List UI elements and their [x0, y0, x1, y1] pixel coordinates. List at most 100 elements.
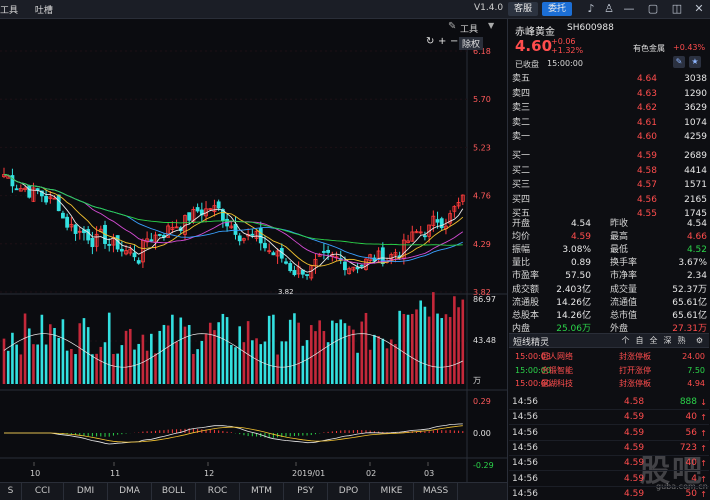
sprite-filter-single[interactable]: 个 [619, 335, 632, 347]
sprite-stock[interactable]: 星湖科技 [541, 376, 573, 391]
volume-bar [234, 347, 237, 384]
tick-price: 4.59 [624, 488, 645, 499]
tick-direction: ↑ [700, 443, 707, 453]
level-label: 买三 [512, 180, 531, 191]
candle-body [195, 207, 200, 212]
candle-body [359, 264, 364, 267]
stat-value: 2.403亿 [556, 284, 591, 295]
candle-body [157, 234, 162, 236]
stats-row: 量比 0.89 换手率 3.67% [509, 257, 709, 270]
date-label: 02 [366, 469, 376, 478]
volume-bar [251, 340, 254, 384]
stat-label: 最低 [610, 245, 629, 256]
ask-row[interactable]: 卖四 4.63 1290 [509, 87, 709, 101]
tick-price: 4.59 [624, 473, 645, 484]
tick-direction: ↑ [700, 413, 707, 423]
tab-roc[interactable]: ROC [196, 483, 240, 500]
volume-bar [221, 313, 225, 384]
tab-psy[interactable]: PSY [284, 483, 328, 500]
kline-chart[interactable]: 6.185.705.234.764.293.823.8286.9743.48万0… [0, 0, 507, 482]
sprite-filter-self[interactable]: 自 [633, 335, 646, 347]
sprite-filter-deep[interactable]: 深 [661, 335, 674, 347]
sprite-filter-all[interactable]: 全 [647, 335, 660, 347]
tab-mtm[interactable]: MTM [240, 483, 284, 500]
stat-label: 换手率 [610, 258, 638, 269]
candle-body [284, 261, 288, 264]
tab-mike[interactable]: MIKE [370, 483, 414, 500]
ask-row[interactable]: 卖二 4.61 1074 [509, 116, 709, 130]
sprite-filter-ripe[interactable]: 熟 [675, 335, 688, 347]
sector-name[interactable]: 有色金属 [633, 43, 665, 54]
tick-volume: 50 [685, 488, 697, 499]
tick-row: 14:56 4.59 723 ↑ [509, 441, 709, 456]
candle-body [27, 185, 32, 198]
adjust-price-button[interactable]: 除权 [459, 37, 484, 50]
tab-dpo[interactable]: DPO [328, 483, 370, 500]
volume-bar [364, 312, 368, 384]
level-label: 卖一 [512, 132, 531, 143]
gear-icon[interactable]: ⚙ [693, 335, 706, 347]
ask-row[interactable]: 卖三 4.62 3629 [509, 101, 709, 115]
tab-dmi[interactable]: DMI [64, 483, 108, 500]
star-icon[interactable]: ★ [689, 56, 701, 68]
customer-service-button[interactable]: 客服 [508, 2, 539, 16]
volume-bar [343, 323, 347, 384]
zoom-in-icon[interactable]: + [438, 36, 446, 47]
level-volume: 1571 [684, 180, 707, 191]
refresh-icon[interactable]: ↻ [426, 36, 434, 47]
volume-bar [389, 339, 393, 384]
candle-body [65, 216, 70, 228]
tab-mass[interactable]: MASS [414, 483, 458, 500]
bid-row[interactable]: 买一 4.59 2689 [509, 149, 709, 163]
window-icon[interactable]: ▢ [646, 2, 660, 16]
zoom-out-icon[interactable]: − [450, 36, 458, 47]
candle-body [435, 219, 440, 223]
candle-body [263, 242, 267, 249]
tab-s[interactable]: S [0, 483, 22, 500]
sprite-row[interactable]: 15:00:00 星湖科技 封涨停板 4.94 [509, 376, 709, 391]
bid-row[interactable]: 买四 4.56 2165 [509, 193, 709, 207]
chevron-down-icon[interactable]: ▼ [488, 21, 494, 30]
ask-row[interactable]: 卖一 4.60 4259 [509, 130, 709, 144]
pen-icon[interactable]: ✎ [448, 21, 456, 32]
volume-bar [133, 349, 136, 384]
volume-bar [457, 307, 460, 384]
minimize-icon[interactable]: — [622, 2, 636, 16]
volume-bar [2, 338, 6, 384]
level-volume: 1074 [684, 117, 707, 128]
volume-bar [183, 326, 187, 384]
volume-bar [263, 341, 267, 384]
stat-value: 27.31万 [672, 323, 707, 334]
tool-label[interactable]: 工具 [460, 22, 478, 35]
bid-row[interactable]: 买二 4.58 4414 [509, 164, 709, 178]
volume-bar [305, 340, 309, 384]
ask-row[interactable]: 卖五 4.64 3038 [509, 72, 709, 86]
candle-body [250, 233, 255, 236]
trade-button[interactable]: 委托 [542, 2, 573, 16]
candle-body [321, 251, 326, 253]
stat-label: 量比 [512, 258, 531, 269]
tab-cci[interactable]: CCI [22, 483, 64, 500]
candle-body [56, 194, 61, 212]
stat-value: 14.26亿 [556, 310, 591, 321]
level-label: 买一 [512, 151, 531, 161]
stat-label: 昨收 [610, 219, 629, 229]
volume-bar [419, 300, 422, 384]
candle-body [292, 270, 297, 276]
tab-dma[interactable]: DMA [108, 483, 152, 500]
edit-icon[interactable]: ✎ [673, 56, 685, 68]
level-volume: 1290 [684, 88, 707, 99]
restore-icon[interactable]: ◫ [670, 2, 684, 16]
bid-row[interactable]: 买三 4.57 1571 [509, 178, 709, 192]
tab-boll[interactable]: BOLL [152, 483, 196, 500]
volume-bar [217, 322, 220, 384]
volume-bar [107, 312, 111, 384]
bell-icon[interactable]: ♪ [584, 2, 598, 16]
volume-bar [410, 313, 414, 384]
candle-body [237, 235, 242, 242]
volume-bar [444, 314, 448, 384]
stat-value: 2.34 [686, 271, 707, 282]
volume-bar [225, 317, 229, 384]
close-icon[interactable]: ✕ [692, 2, 706, 16]
skin-icon[interactable]: ♙ [602, 2, 616, 16]
